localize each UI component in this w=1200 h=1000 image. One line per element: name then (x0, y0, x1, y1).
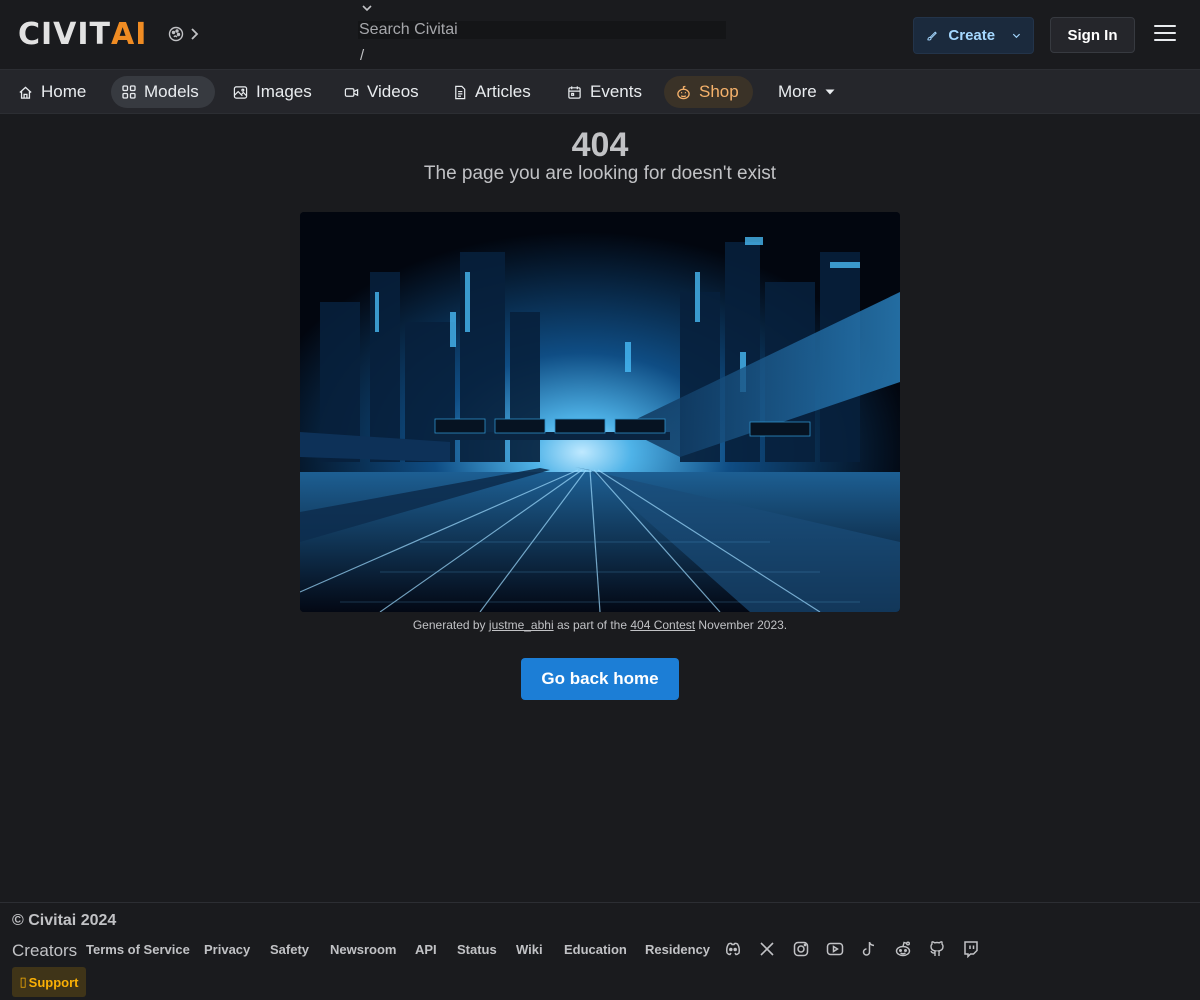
nav-item-events[interactable]: Events (557, 76, 652, 108)
caption-middle: as part of the (556, 618, 628, 632)
palette-icon (168, 26, 184, 42)
youtube-icon[interactable] (826, 940, 844, 958)
footer-link-wiki[interactable]: Wiki (516, 942, 543, 957)
sign-in-button[interactable]: Sign In (1050, 17, 1135, 53)
support-button[interactable]: ▯ Support (12, 967, 86, 997)
nav-item-label: Home (41, 82, 87, 101)
caret-down-icon (825, 89, 835, 95)
nav-item-home[interactable]: Home (8, 76, 96, 108)
video-icon (344, 87, 359, 97)
nav-item-more[interactable]: More (768, 76, 845, 108)
footer-link-api[interactable]: API (415, 942, 437, 957)
nav-item-models[interactable]: Models (111, 76, 215, 108)
footer-link-privacy[interactable]: Privacy (204, 942, 250, 957)
discord-icon[interactable] (724, 940, 742, 958)
file-text-icon (455, 85, 466, 99)
nav-item-shop[interactable]: Shop (664, 76, 753, 108)
tiktok-icon[interactable] (860, 940, 878, 958)
chevron-down-icon[interactable] (360, 2, 374, 14)
github-icon[interactable] (928, 940, 946, 958)
photo-icon (233, 85, 248, 99)
copyright-text: © Civitai 2024 (12, 912, 117, 929)
main-nav: Home Models Images Videos Articles Event… (0, 70, 1200, 114)
nav-item-label: Events (590, 82, 642, 101)
create-button[interactable]: Create (913, 17, 1034, 54)
support-icon: ▯ (19, 974, 27, 989)
calendar-icon (568, 85, 581, 99)
nav-item-videos[interactable]: Videos (334, 76, 429, 108)
nav-item-label: More (778, 82, 817, 101)
hero-image (300, 212, 900, 612)
footer-link-status[interactable]: Status (457, 942, 497, 957)
chevron-down-icon (1012, 33, 1021, 38)
caption-suffix: November 2023. (698, 618, 788, 632)
search-input[interactable] (358, 21, 726, 39)
civitai-logo[interactable]: CIVIT AI (18, 20, 147, 50)
chevron-right-icon (191, 28, 199, 40)
footer-link-newsroom[interactable]: Newsroom (330, 942, 396, 957)
logo-text-ai: AI (111, 17, 148, 52)
nav-item-articles[interactable]: Articles (443, 76, 541, 108)
support-button-label: Support (28, 974, 79, 990)
reddit-icon[interactable] (894, 940, 912, 958)
caption-prefix: Generated by (412, 618, 486, 632)
instagram-icon[interactable] (792, 940, 810, 958)
caption-contest-link[interactable]: 404 Contest (630, 618, 695, 632)
top-header: CIVITAI / Create Sign In (0, 0, 1200, 84)
error-code: 404 (571, 126, 629, 164)
footer-link-terms[interactable]: Terms of Service (86, 942, 190, 957)
go-back-home-button[interactable]: Go back home (521, 658, 679, 700)
search-hotkey-hint: / (360, 47, 365, 64)
footer-link-safety[interactable]: Safety (270, 942, 309, 957)
logo-menu-toggle[interactable] (168, 26, 200, 42)
nav-item-label: Shop (699, 82, 739, 101)
train-station-illustration (300, 212, 900, 612)
nav-item-label: Articles (475, 82, 531, 101)
grid-icon (122, 85, 136, 99)
hamburger-menu-icon[interactable] (1154, 25, 1176, 45)
nav-item-label: Videos (367, 82, 419, 101)
error-message: The page you are looking for doesn't exi… (423, 163, 777, 184)
nav-item-label: Images (256, 82, 312, 101)
image-caption: Generated by justme_abhi as part of the … (0, 618, 1200, 632)
nav-item-label: Models (144, 82, 199, 101)
logo-text-civit: CIVIT (18, 17, 112, 52)
nav-item-images[interactable]: Images (223, 76, 322, 108)
caption-user-link[interactable]: justme_abhi (489, 618, 554, 632)
footer-link-residency[interactable]: Residency (645, 942, 710, 957)
twitch-icon[interactable] (962, 940, 980, 958)
create-button-label: Create (948, 27, 996, 44)
footer-link-education[interactable]: Education (564, 942, 627, 957)
home-icon (19, 85, 32, 99)
x-icon[interactable] (758, 940, 776, 958)
brush-icon (927, 30, 937, 40)
footer: © Civitai 2024 Creators Terms of Service… (0, 902, 1200, 1000)
pumpkin-icon (677, 85, 690, 99)
footer-link-creators[interactable]: Creators (12, 941, 77, 961)
